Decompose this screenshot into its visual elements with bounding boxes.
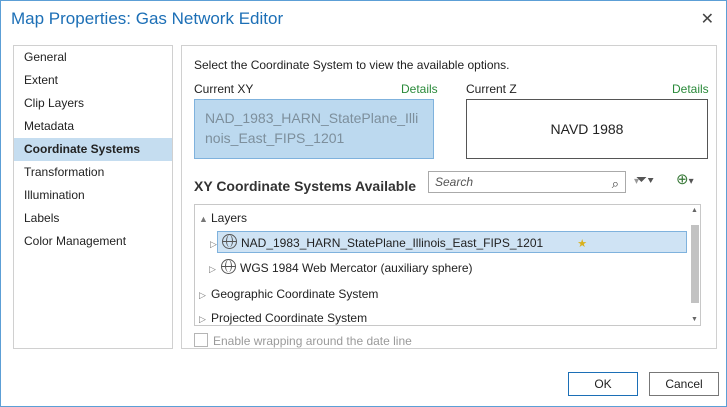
sidebar-item-labels[interactable]: Labels [14, 207, 172, 230]
sidebar-item-coordinate-systems[interactable]: Coordinate Systems [14, 138, 172, 161]
scrollbar-thumb[interactable] [691, 225, 699, 303]
tree-item[interactable]: ▷ WGS 1984 Web Mercator (auxiliary sphere… [209, 257, 473, 279]
current-xy-box: NAD_1983_HARN_StatePlane_Illinois_East_F… [194, 99, 434, 159]
sidebar: General Extent Clip Layers Metadata Coor… [13, 45, 173, 349]
collapse-icon[interactable]: ▷ [199, 308, 211, 325]
wrap-dateline-checkbox[interactable] [194, 333, 208, 347]
current-z-details-link[interactable]: Details [672, 82, 709, 96]
globe-add-icon[interactable]: ⊕▾ [676, 170, 694, 188]
collapse-icon[interactable]: ▷ [209, 258, 221, 280]
globe-icon [222, 234, 237, 249]
search-icon[interactable]: ⌕ [612, 174, 619, 194]
tree-label: Layers [211, 211, 248, 225]
sidebar-item-transformation[interactable]: Transformation [14, 161, 172, 184]
current-z-label: Current Z [466, 82, 517, 96]
current-xy-details-link[interactable]: Details [401, 82, 438, 96]
tree-label: WGS 1984 Web Mercator (auxiliary sphere) [240, 261, 473, 275]
dialog-title: Map Properties: Gas Network Editor [11, 9, 284, 28]
coordinate-systems-panel: Select the Coordinate System to view the… [181, 45, 717, 349]
cancel-button[interactable]: Cancel [649, 372, 719, 396]
collapse-icon[interactable]: ▷ [210, 233, 222, 255]
instruction-text: Select the Coordinate System to view the… [194, 58, 510, 72]
tree-item-selected[interactable]: ▷ NAD_1983_HARN_StatePlane_Illinois_East_… [210, 231, 687, 253]
sidebar-item-general[interactable]: General [14, 46, 172, 69]
wrap-dateline-option[interactable]: Enable wrapping around the date line [194, 333, 412, 348]
ok-button[interactable]: OK [568, 372, 638, 396]
search-input[interactable]: Search ⌕ ▾ [428, 171, 639, 194]
tree-node-geographic[interactable]: ▷ Geographic Coordinate System [199, 283, 378, 305]
collapse-icon[interactable]: ▷ [199, 284, 211, 306]
wrap-dateline-label: Enable wrapping around the date line [213, 334, 412, 348]
scroll-down-icon[interactable]: ▼ [691, 316, 698, 323]
current-xy-label: Current XY [194, 82, 254, 96]
close-icon[interactable]: ✕ [701, 9, 714, 29]
tree-label: Geographic Coordinate System [211, 287, 379, 301]
tree-scrollbar[interactable]: ▲ ▼ [690, 204, 701, 326]
sidebar-item-illumination[interactable]: Illumination [14, 184, 172, 207]
sidebar-item-color-management[interactable]: Color Management [14, 230, 172, 253]
tree-node-projected[interactable]: ▷ Projected Coordinate System [199, 307, 368, 325]
search-placeholder: Search [435, 175, 474, 189]
tree-node-layers[interactable]: ▲ Layers [199, 207, 247, 229]
dialog-window: Map Properties: Gas Network Editor ✕ Gen… [0, 0, 727, 407]
sidebar-item-clip-layers[interactable]: Clip Layers [14, 92, 172, 115]
coordinate-tree: ▲ Layers ▷ NAD_1983_HARN_StatePlane_Illino… [194, 204, 692, 326]
scroll-up-icon[interactable]: ▲ [691, 207, 698, 214]
expand-icon[interactable]: ▲ [199, 208, 211, 230]
star-icon[interactable]: ★ [577, 238, 587, 250]
filter-icon[interactable]: ⏷▾ [636, 171, 654, 188]
tree-label: NAD_1983_HARN_StatePlane_Illinois_East_F… [241, 236, 544, 250]
sidebar-item-metadata[interactable]: Metadata [14, 115, 172, 138]
sidebar-item-extent[interactable]: Extent [14, 69, 172, 92]
current-z-box: NAVD 1988 [466, 99, 708, 159]
section-title: XY Coordinate Systems Available [194, 178, 417, 194]
globe-icon [221, 259, 236, 274]
tree-label: Projected Coordinate System [211, 311, 368, 325]
